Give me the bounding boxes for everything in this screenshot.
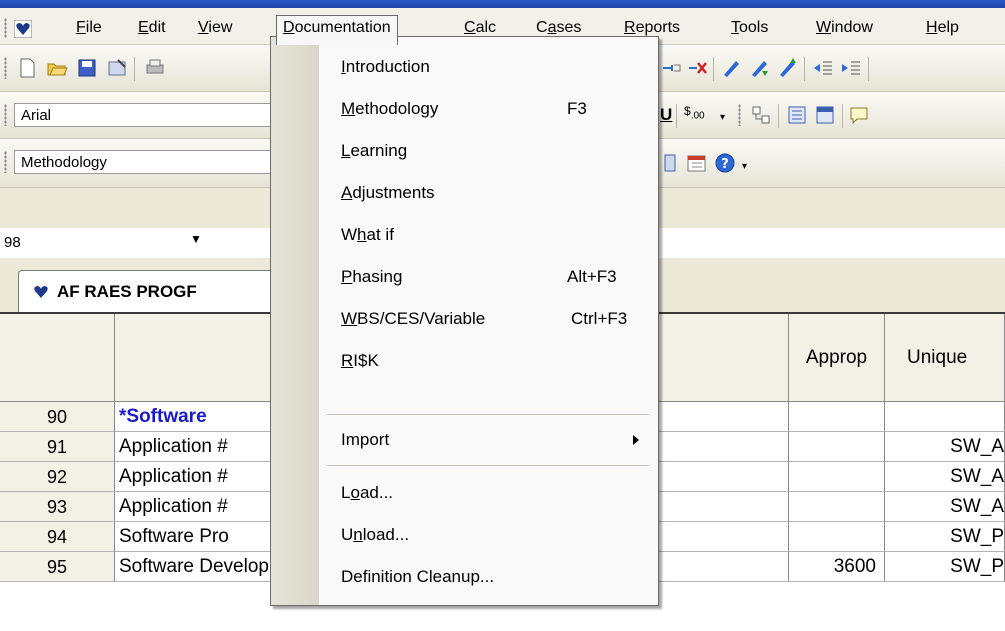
approp-cell[interactable]	[789, 522, 885, 552]
menu-item-introduction[interactable]: Introduction	[319, 47, 657, 87]
menu-item-wbs-ces-variable[interactable]: WBS/CES/Variable Ctrl+F3	[319, 299, 657, 339]
unique-cell[interactable]: SW_A	[885, 492, 1005, 522]
shortcut-label: Alt+F3	[567, 267, 617, 286]
sheet-tab-label: AF RAES PROGF	[57, 282, 197, 301]
menu-separator	[327, 465, 649, 466]
formula-up-icon[interactable]	[776, 57, 798, 79]
svg-text:?: ?	[721, 157, 729, 172]
unique-cell[interactable]	[885, 402, 1005, 432]
menu-icon-gutter	[271, 37, 319, 605]
menu-item-adjustments[interactable]: Adjustments	[319, 173, 657, 213]
unique-cell[interactable]: SW_A	[885, 432, 1005, 462]
menu-documentation[interactable]: Documentation	[276, 15, 398, 45]
edit-formula-icon[interactable]	[720, 57, 742, 79]
calendar-icon[interactable]	[686, 152, 708, 174]
save-disk-icon[interactable]	[76, 57, 98, 79]
unique-cell[interactable]: SW_P	[885, 552, 1005, 582]
menu-edit[interactable]: Edit	[132, 16, 172, 40]
window-view-icon[interactable]	[814, 104, 836, 126]
submenu-arrow-icon	[633, 435, 639, 445]
menu-item-definition-cleanup[interactable]: Definition Cleanup...	[319, 557, 657, 597]
indent-icon[interactable]	[840, 57, 862, 79]
toolbar-grip[interactable]	[4, 104, 7, 126]
row-number[interactable]: 93	[0, 492, 115, 522]
chevron-down-icon[interactable]: ▼	[190, 232, 202, 246]
comment-icon[interactable]	[848, 104, 870, 126]
menu-help[interactable]: Help	[920, 16, 965, 40]
row-number[interactable]: 95	[0, 552, 115, 582]
toolbar-separator	[804, 57, 805, 81]
menu-tools[interactable]: Tools	[725, 16, 774, 40]
insert-link-icon[interactable]	[660, 57, 682, 79]
documentation-menu: Introduction Methodology F3 Learning Adju…	[270, 36, 659, 606]
toolbar-separator	[778, 104, 779, 128]
menu-item-import[interactable]: Import	[319, 420, 657, 460]
approp-cell[interactable]	[789, 492, 885, 522]
open-folder-icon[interactable]	[46, 57, 68, 79]
list-view-icon[interactable]	[786, 104, 808, 126]
menu-item-methodology[interactable]: Methodology F3	[319, 89, 657, 129]
window-title-bar	[0, 0, 1005, 8]
menu-item-learning[interactable]: Learning	[319, 131, 657, 171]
toolbar-separator	[713, 57, 714, 81]
unique-cell[interactable]: SW_A	[885, 462, 1005, 492]
menu-item-phasing[interactable]: Phasing Alt+F3	[319, 257, 657, 297]
menu-file[interactable]: File	[70, 16, 108, 40]
menu-window[interactable]: Window	[810, 16, 879, 40]
row-number[interactable]: 94	[0, 522, 115, 552]
properties-icon[interactable]	[106, 57, 128, 79]
app-heart-icon[interactable]	[14, 20, 32, 38]
delete-link-icon[interactable]	[686, 57, 708, 79]
menu-view[interactable]: View	[192, 16, 238, 40]
menu-file-label: ile	[85, 19, 102, 36]
formula-down-icon[interactable]	[748, 57, 770, 79]
corner-header[interactable]	[0, 314, 115, 402]
toolbar-separator	[842, 104, 843, 128]
new-document-icon[interactable]	[16, 57, 38, 79]
toolbar-options-chevron-icon[interactable]: ▾	[720, 112, 725, 123]
menu-item-what-if[interactable]: What if	[319, 215, 657, 255]
tree-view-icon[interactable]	[750, 104, 772, 126]
sheet-tab[interactable]: AF RAES PROGF	[18, 270, 295, 313]
menubar-grip[interactable]	[4, 18, 7, 38]
row-number[interactable]: 91	[0, 432, 115, 462]
unique-column-header[interactable]: Unique	[885, 314, 1005, 402]
shortcut-label: Ctrl+F3	[571, 309, 628, 328]
toolbar-grip[interactable]	[4, 57, 7, 79]
approp-cell[interactable]: 3600	[789, 552, 885, 582]
font-name-box[interactable]: Arial	[14, 103, 274, 127]
row-number[interactable]: 92	[0, 462, 115, 492]
toolbar-separator	[868, 57, 869, 81]
toolbar-options-chevron-icon[interactable]: ▾	[742, 161, 747, 172]
column-icon[interactable]	[660, 152, 682, 174]
style-name-box[interactable]: Methodology	[14, 150, 274, 174]
toolbar-separator	[676, 104, 677, 128]
cell-reference-box[interactable]: 98	[4, 231, 214, 255]
help-circle-icon[interactable]: ?	[714, 152, 736, 174]
menu-separator	[327, 414, 649, 415]
toolbar-grip[interactable]	[4, 151, 7, 173]
outdent-icon[interactable]	[812, 57, 834, 79]
menu-item-load[interactable]: Load...	[319, 473, 657, 513]
approp-cell[interactable]	[789, 432, 885, 462]
approp-cell[interactable]	[789, 402, 885, 432]
menu-item-risk[interactable]: RI$K	[319, 341, 657, 381]
underline-button[interactable]: U	[660, 105, 672, 125]
shortcut-label: F3	[567, 99, 587, 118]
toolbar-grip[interactable]	[738, 104, 741, 126]
unique-cell[interactable]: SW_P	[885, 522, 1005, 552]
row-number[interactable]: 90	[0, 402, 115, 432]
toolbar-separator	[134, 57, 135, 81]
approp-cell[interactable]	[789, 462, 885, 492]
approp-column-header[interactable]: Approp	[789, 314, 885, 402]
menu-item-unload[interactable]: Unload...	[319, 515, 657, 555]
currency-format-icon[interactable]: $.00	[684, 105, 705, 121]
heart-icon	[34, 286, 48, 298]
print-icon[interactable]	[144, 57, 166, 79]
